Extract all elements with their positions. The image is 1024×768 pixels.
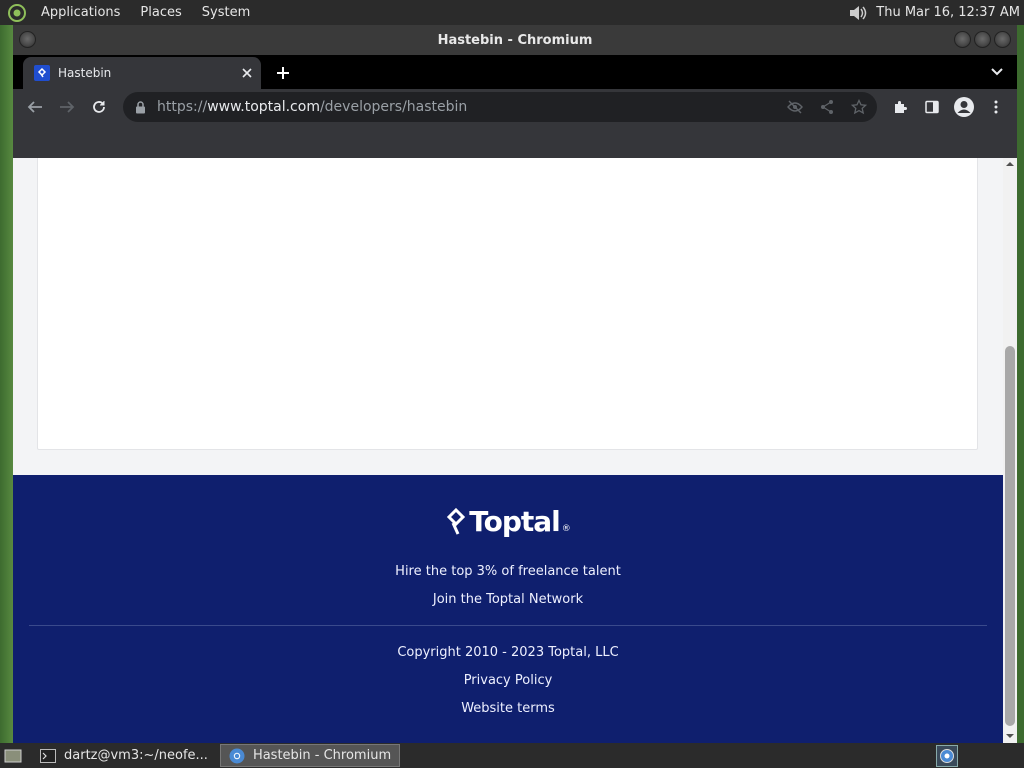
new-tab-button[interactable] (272, 62, 294, 84)
tab-close-icon[interactable] (237, 63, 257, 83)
hire-talent-link[interactable]: Hire the top 3% of freelance talent (13, 564, 1003, 579)
scroll-up-arrow-icon[interactable] (1006, 160, 1014, 168)
paste-editor-panel[interactable] (37, 158, 978, 450)
site-footer: Toptal ® Hire the top 3% of freelance ta… (13, 475, 1003, 743)
maximize-button[interactable] (974, 31, 991, 48)
page-viewport[interactable]: Toptal ® Hire the top 3% of freelance ta… (13, 158, 1003, 743)
copyright-text: Copyright 2010 - 2023 Toptal, LLC (397, 645, 619, 660)
chromium-icon (229, 748, 245, 764)
url-text[interactable]: https://www.toptal.com/developers/hasteb… (157, 99, 467, 115)
bookmark-star-icon[interactable] (849, 97, 869, 117)
scrollbar-thumb[interactable] (1005, 346, 1015, 726)
registered-mark: ® (561, 523, 571, 534)
bookmark-bar (13, 125, 1017, 160)
window-menu-icon[interactable] (19, 31, 36, 48)
extensions-puzzle-icon[interactable] (887, 94, 913, 120)
bottom-taskbar: dartz@vm3:~/neofe... Hastebin - Chromium (0, 743, 1024, 768)
address-bar[interactable]: https://www.toptal.com/developers/hasteb… (123, 92, 877, 122)
browser-toolbar: https://www.toptal.com/developers/hasteb… (13, 89, 1017, 125)
toptal-favicon-icon (34, 65, 50, 81)
task-chromium-label: Hastebin - Chromium (252, 748, 392, 763)
task-terminal[interactable]: dartz@vm3:~/neofe... (32, 744, 216, 767)
close-window-button[interactable] (994, 31, 1011, 48)
toptal-wordmark: Toptal (469, 505, 561, 538)
more-menu-kebab-icon[interactable] (983, 94, 1009, 120)
menu-applications[interactable]: Applications (34, 0, 127, 25)
tab-strip: Hastebin (13, 55, 1017, 89)
top-panel: Applications Places System Thu Mar 16, 1… (0, 0, 1024, 25)
toptal-logo-icon (447, 507, 466, 535)
window-title: Hastebin - Chromium (437, 32, 593, 48)
browser-window: Hastebin - Chromium Hastebin https://www… (13, 25, 1017, 743)
join-network-link[interactable]: Join the Toptal Network (13, 592, 1003, 607)
privacy-policy-link[interactable]: Privacy Policy (13, 673, 1003, 688)
window-titlebar[interactable]: Hastebin - Chromium (13, 25, 1017, 55)
workspace-switcher-icon[interactable] (936, 745, 958, 767)
side-panel-icon[interactable] (919, 94, 945, 120)
panel-clock[interactable]: Thu Mar 16, 12:37 AM (876, 5, 1020, 20)
menu-system[interactable]: System (195, 0, 257, 25)
back-arrow-icon[interactable] (21, 93, 49, 121)
distro-logo-icon[interactable] (6, 2, 28, 24)
eye-off-icon[interactable] (785, 97, 805, 117)
terminal-icon (40, 748, 56, 764)
profile-avatar-icon[interactable] (951, 94, 977, 120)
lock-icon[interactable] (135, 100, 147, 114)
forward-arrow-icon[interactable] (53, 93, 81, 121)
task-chromium[interactable]: Hastebin - Chromium (219, 744, 401, 767)
reload-icon[interactable] (85, 93, 113, 121)
menu-places[interactable]: Places (133, 0, 188, 25)
tab-title: Hastebin (58, 66, 112, 80)
tab-hastebin[interactable]: Hastebin (23, 57, 261, 89)
page-scrollbar[interactable] (1003, 158, 1017, 743)
task-terminal-label: dartz@vm3:~/neofe... (64, 748, 208, 763)
toptal-logo[interactable]: Toptal ® (13, 505, 1003, 538)
show-desktop-icon[interactable] (2, 746, 24, 766)
minimize-button[interactable] (954, 31, 971, 48)
volume-icon[interactable] (846, 3, 870, 23)
share-icon[interactable] (817, 97, 837, 117)
tab-search-chevron-down-icon[interactable] (989, 64, 1005, 80)
scroll-down-arrow-icon[interactable] (1006, 732, 1014, 740)
footer-divider (29, 625, 987, 626)
website-terms-link[interactable]: Website terms (13, 701, 1003, 716)
